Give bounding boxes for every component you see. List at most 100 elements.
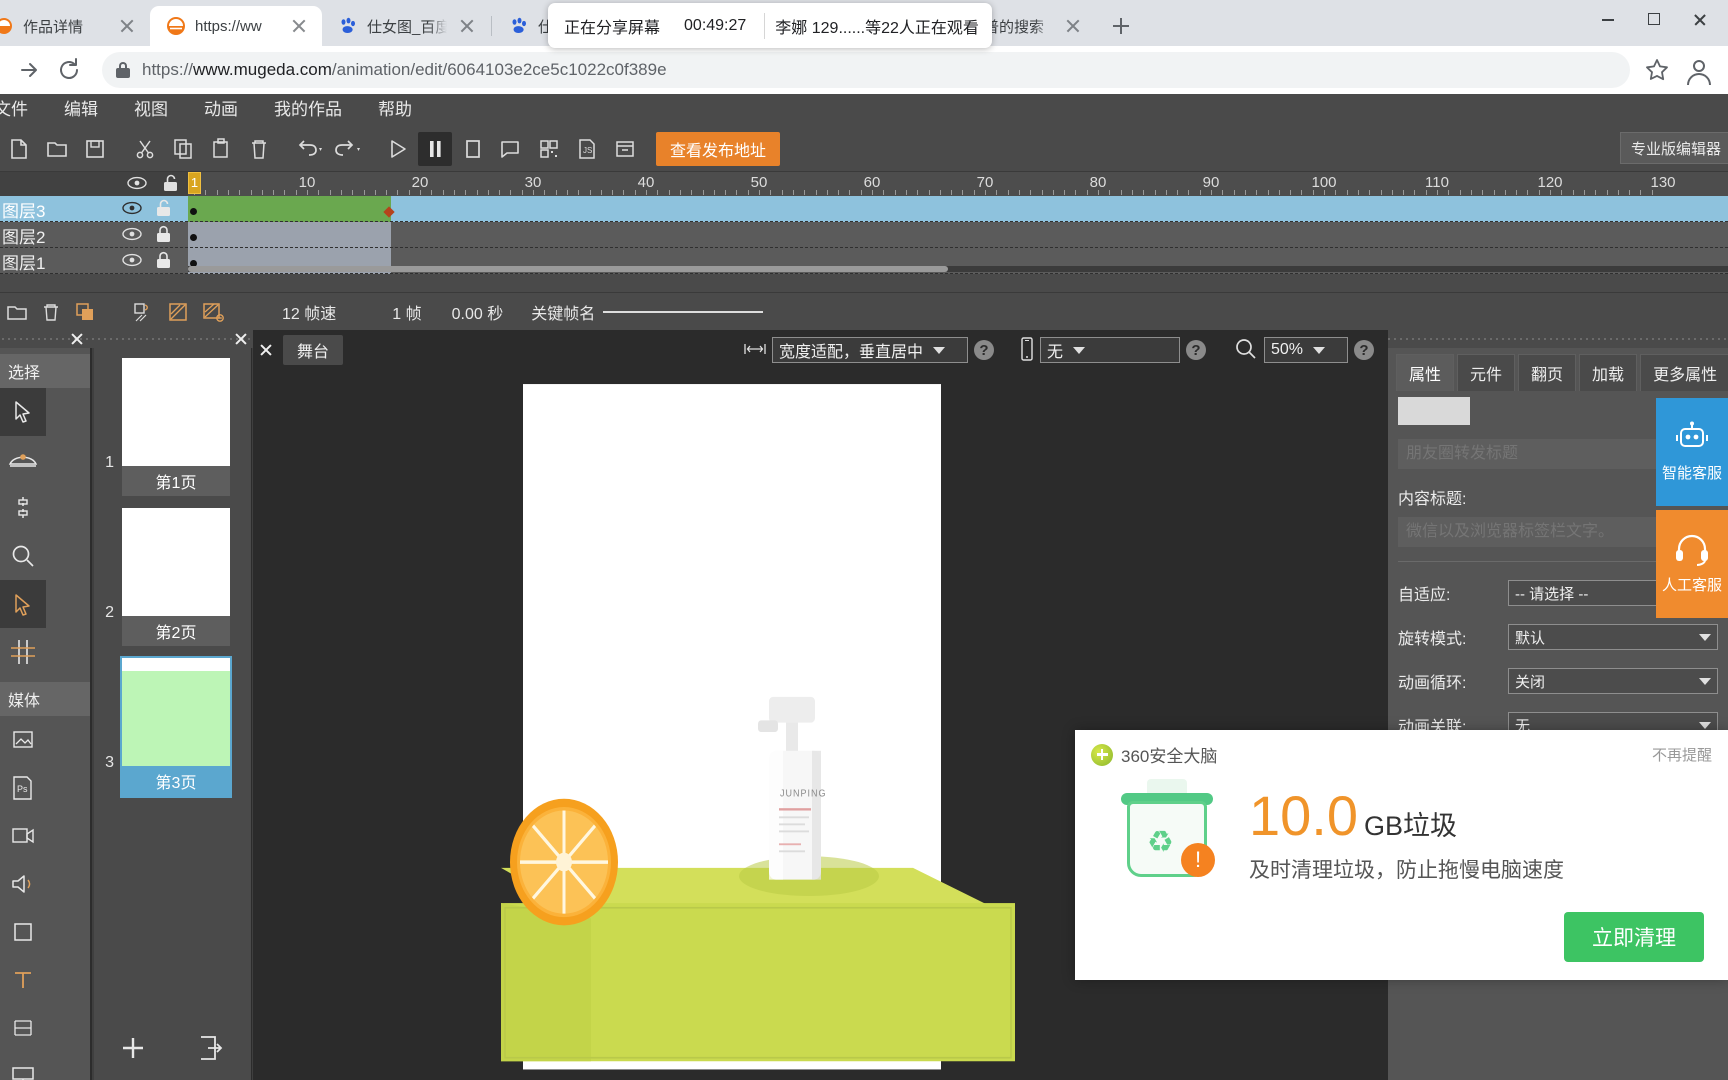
preview-icon[interactable] <box>494 132 528 166</box>
page-list-item-3[interactable]: 3 第3页 <box>94 648 251 798</box>
redo-icon[interactable] <box>330 132 364 166</box>
eye-icon[interactable] <box>122 201 142 218</box>
color-swatch[interactable] <box>1398 397 1470 425</box>
eye-icon[interactable] <box>127 176 147 193</box>
delete-icon[interactable] <box>242 132 276 166</box>
video-icon[interactable] <box>0 812 46 860</box>
timeline-scrollbar[interactable] <box>188 266 1728 272</box>
maximize-button[interactable] <box>1632 4 1676 34</box>
bookmark-star-icon[interactable] <box>1640 53 1674 87</box>
tab-components[interactable]: 元件 <box>1457 354 1516 391</box>
close-icon[interactable] <box>456 15 478 37</box>
delete-layer-icon[interactable] <box>34 295 68 329</box>
fit-mode-select[interactable]: 宽度适配，垂直居中 <box>772 337 968 363</box>
timeline-ruler[interactable]: 11020304050607080901001101201301 <box>188 172 1728 196</box>
tab-stage[interactable]: 舞台 <box>283 335 344 365</box>
undo-icon[interactable] <box>292 132 326 166</box>
question-icon[interactable]: ? <box>1354 340 1374 360</box>
menu-item-my-works[interactable]: 我的作品 <box>256 94 360 126</box>
qrcode-icon[interactable] <box>532 132 566 166</box>
window-close-button[interactable] <box>1678 4 1722 34</box>
close-icon[interactable] <box>232 330 250 348</box>
tab-loading[interactable]: 加载 <box>1579 354 1638 391</box>
reload-icon[interactable] <box>52 53 86 87</box>
onion-skin-icon[interactable] <box>128 295 162 329</box>
copy-icon[interactable] <box>166 132 200 166</box>
browser-tab-1[interactable]: https://ww <box>150 6 322 46</box>
stop-icon[interactable] <box>456 132 490 166</box>
frame-icon[interactable] <box>0 1052 46 1080</box>
table-icon[interactable] <box>0 1004 46 1052</box>
close-icon[interactable] <box>68 330 86 348</box>
open-folder-icon[interactable] <box>40 132 74 166</box>
timeline-layer-row-2[interactable]: 图层2 <box>0 222 1728 248</box>
new-file-icon[interactable] <box>2 132 36 166</box>
timeline-layer-row-3[interactable]: 图层3 <box>0 196 1728 222</box>
zoom-level-select[interactable]: 50% <box>1264 337 1348 363</box>
image-icon[interactable] <box>0 716 46 764</box>
archive-icon[interactable] <box>608 132 642 166</box>
new-tab-button[interactable] <box>1104 9 1138 43</box>
animation-loop-select[interactable]: 关闭 <box>1508 668 1718 694</box>
close-icon[interactable] <box>288 15 310 37</box>
unlock-icon[interactable] <box>163 174 178 195</box>
lock-icon[interactable] <box>156 251 171 272</box>
duplicate-page-icon[interactable] <box>197 1034 227 1065</box>
tab-properties[interactable]: 属性 <box>1396 354 1455 391</box>
edit-multiple-icon[interactable] <box>196 295 230 329</box>
smart-service-widget[interactable]: 智能客服 <box>1656 398 1728 506</box>
page-thumbnail[interactable]: 第2页 <box>120 506 232 648</box>
subselect-icon[interactable] <box>0 436 46 484</box>
zoom-icon[interactable] <box>0 532 46 580</box>
search-icon[interactable] <box>1234 337 1258 364</box>
add-layer-icon[interactable] <box>0 295 34 329</box>
timeline-playhead[interactable]: 1 <box>188 172 201 194</box>
menu-item-file[interactable]: 文件 <box>0 94 46 126</box>
page-list-item-1[interactable]: 1 第1页 <box>94 348 251 498</box>
node-edit-icon[interactable] <box>0 580 46 628</box>
menu-item-edit[interactable]: 编辑 <box>46 94 116 126</box>
page-thumbnail[interactable]: 第1页 <box>120 356 232 498</box>
publish-url-button[interactable]: 查看发布地址 <box>656 131 781 166</box>
eye-icon[interactable] <box>122 227 142 244</box>
eye-icon[interactable] <box>122 253 142 270</box>
menu-item-help[interactable]: 帮助 <box>360 94 430 126</box>
psd-icon[interactable]: Ps <box>0 764 46 812</box>
shape-icon[interactable] <box>0 908 46 956</box>
forward-icon[interactable] <box>12 53 46 87</box>
play-icon[interactable] <box>380 132 414 166</box>
onion-outline-icon[interactable] <box>162 295 196 329</box>
pause-icon[interactable] <box>418 131 452 166</box>
paste-icon[interactable] <box>204 132 238 166</box>
browser-tab-2[interactable]: 仕女图_百度 <box>322 6 490 46</box>
tab-pageflip[interactable]: 翻页 <box>1518 354 1577 391</box>
arrow-select-icon[interactable] <box>0 388 46 436</box>
lock-icon[interactable] <box>156 225 171 246</box>
add-page-button[interactable] <box>118 1033 148 1066</box>
browser-tab-0[interactable]: 作品详情 <box>0 6 150 46</box>
question-icon[interactable]: ? <box>1186 340 1206 360</box>
layer-track[interactable] <box>188 222 1728 248</box>
lasso-icon[interactable] <box>0 484 46 532</box>
close-icon[interactable] <box>116 15 138 37</box>
unlock-icon[interactable] <box>156 199 171 220</box>
menu-item-animation[interactable]: 动画 <box>186 94 256 126</box>
layer-track[interactable] <box>188 196 1728 222</box>
menu-item-view[interactable]: 视图 <box>116 94 186 126</box>
clean-now-button[interactable]: 立即清理 <box>1564 912 1704 962</box>
duplicate-layer-icon[interactable] <box>68 295 102 329</box>
transform-icon[interactable] <box>0 628 46 676</box>
profile-avatar[interactable] <box>1682 53 1716 87</box>
page-list-item-2[interactable]: 2 第2页 <box>94 498 251 648</box>
close-icon[interactable] <box>257 341 275 359</box>
cut-icon[interactable] <box>128 132 162 166</box>
text-icon[interactable] <box>0 956 46 1004</box>
dismiss-button[interactable]: 不再提醒 <box>1652 744 1712 765</box>
question-icon[interactable]: ? <box>974 340 994 360</box>
close-icon[interactable] <box>1062 15 1084 37</box>
device-mode-select[interactable]: 无 <box>1040 337 1180 363</box>
url-bar[interactable]: https://www.mugeda.com/animation/edit/60… <box>102 52 1630 88</box>
tab-more-properties[interactable]: 更多属性 <box>1640 354 1728 391</box>
human-service-widget[interactable]: 人工客服 <box>1656 510 1728 618</box>
save-icon[interactable] <box>78 132 112 166</box>
